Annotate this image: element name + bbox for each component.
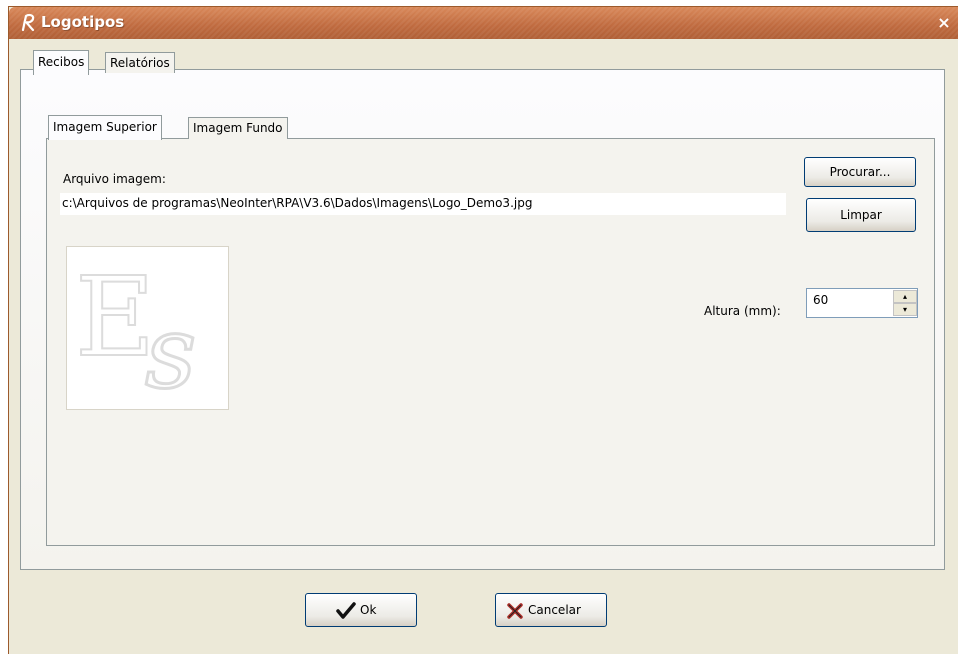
es-logo-image: E s: [74, 252, 198, 413]
r-logo-icon: [21, 13, 35, 32]
window-title: Logotipos: [41, 13, 125, 31]
ok-label: Ok: [360, 603, 377, 617]
spin-up-button[interactable]: ▴: [893, 290, 917, 303]
tab-relatorios-label: Relatórios: [110, 56, 170, 70]
tab-imagem-superior-label: Imagem Superior: [53, 120, 157, 134]
close-button[interactable]: ×: [934, 13, 954, 33]
tab-relatorios[interactable]: Relatórios: [105, 52, 175, 73]
height-value: 60: [813, 293, 829, 307]
title-bar[interactable]: Logotipos ×: [9, 7, 958, 39]
x-cross-icon: [507, 603, 523, 619]
tab-imagem-fundo[interactable]: Imagem Fundo: [188, 117, 288, 139]
arrow-down-icon: ▾: [902, 305, 907, 314]
cancel-button[interactable]: Cancelar: [495, 593, 607, 627]
tab-imagem-fundo-label: Imagem Fundo: [193, 121, 283, 135]
height-label: Altura (mm):: [704, 304, 781, 318]
tab-recibos-label: Recibos: [38, 55, 85, 69]
ok-button[interactable]: Ok: [305, 593, 417, 627]
cancel-label: Cancelar: [528, 603, 581, 617]
clear-button[interactable]: Limpar: [806, 198, 916, 232]
logo-preview-image: E s: [66, 246, 229, 413]
height-spinner[interactable]: 60 ▴ ▾: [806, 288, 918, 318]
spin-down-button[interactable]: ▾: [893, 303, 917, 316]
close-icon: ×: [937, 13, 951, 32]
file-label: Arquivo imagem:: [63, 172, 166, 186]
checkmark-icon: [336, 602, 356, 619]
tab-imagem-superior[interactable]: Imagem Superior: [48, 115, 162, 140]
svg-text:s: s: [145, 294, 196, 409]
browse-button[interactable]: Procurar...: [804, 157, 916, 187]
arrow-up-icon: ▴: [902, 292, 907, 301]
svg-text:E: E: [75, 253, 155, 381]
tab-recibos[interactable]: Recibos: [33, 50, 90, 75]
image-path-field[interactable]: c:\Arquivos de programas\NeoInter\RPA\V3…: [60, 193, 786, 215]
